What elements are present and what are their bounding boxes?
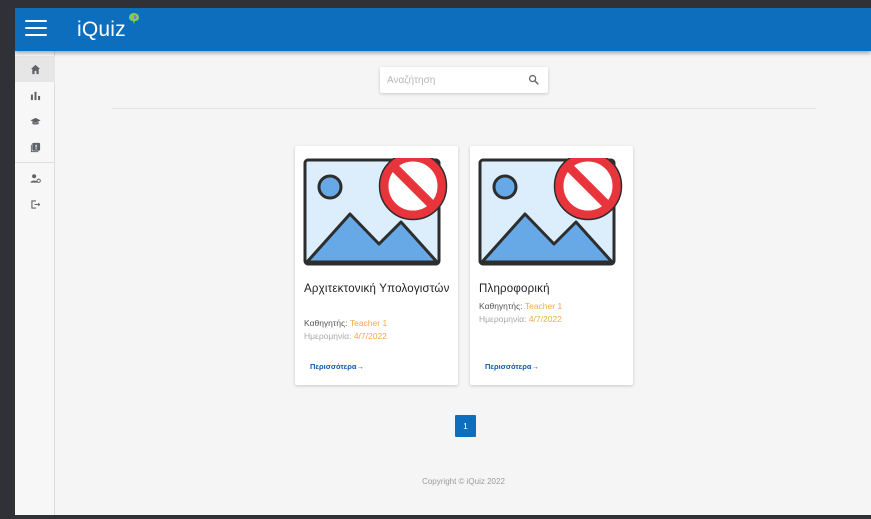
teacher-label: Καθηγητής: <box>304 318 348 328</box>
teacher-value: Teacher 1 <box>524 301 563 311</box>
footer-copyright: Copyright © iQuiz 2022 <box>422 477 505 486</box>
sidebar-item-profile[interactable] <box>15 165 55 191</box>
app-window: iQuiz Αναζήτηση Αρχιτεκτονική Υπολογιστώ… <box>15 8 871 515</box>
course-teacher: Καθηγητής: Teacher 1 <box>304 317 387 329</box>
home-icon <box>30 64 40 74</box>
teacher-value: Teacher 1 <box>349 318 388 328</box>
image-unavailable-icon <box>478 158 623 266</box>
date-label: Ημερομηνία: <box>479 314 527 324</box>
quiz-book-icon <box>30 142 40 152</box>
course-card: Αρχιτεκτονική Υπολογιστών Καθηγητής: Tea… <box>295 146 458 385</box>
date-value: 4/7/2022 <box>528 314 562 324</box>
course-teacher: Καθηγητής: Teacher 1 <box>479 300 562 312</box>
sidebar-item-statistics[interactable] <box>15 82 55 108</box>
user-settings-icon <box>29 173 41 183</box>
course-date: Ημερομηνία: 4/7/2022 <box>479 313 562 325</box>
bar-chart-icon <box>30 91 40 100</box>
app-bar: iQuiz <box>15 8 871 51</box>
date-label: Ημερομηνία: <box>304 331 352 341</box>
sidebar-item-quizzes[interactable] <box>15 134 55 160</box>
course-title: Πληροφορική <box>479 283 550 295</box>
logout-icon <box>30 199 40 209</box>
date-value: 4/7/2022 <box>353 331 387 341</box>
course-card: Πληροφορική Καθηγητής: Teacher 1 Ημερομη… <box>470 146 633 385</box>
main-content: Αρχιτεκτονική Υπολογιστών Καθηγητής: Tea… <box>56 51 871 515</box>
sidebar-item-courses[interactable] <box>15 108 55 134</box>
hamburger-menu-icon[interactable] <box>25 20 47 40</box>
course-date: Ημερομηνία: 4/7/2022 <box>304 330 387 342</box>
sidebar <box>15 51 55 515</box>
sidebar-item-home[interactable] <box>15 56 55 82</box>
search-input[interactable] <box>387 67 517 93</box>
content-divider <box>112 108 816 109</box>
pagination-page-1[interactable]: 1 <box>455 415 476 437</box>
brand-name: iQuiz <box>77 18 126 41</box>
sidebar-divider <box>15 162 54 163</box>
sidebar-item-logout[interactable] <box>15 191 55 217</box>
graduation-cap-icon <box>29 117 41 125</box>
teacher-label: Καθηγητής: <box>479 301 523 311</box>
course-title: Αρχιτεκτονική Υπολογιστών <box>304 283 450 295</box>
search-icon[interactable] <box>528 74 539 85</box>
brand-logo-icon <box>128 13 139 24</box>
brand[interactable]: iQuiz <box>77 13 141 44</box>
more-link[interactable]: Περισσότερα→ <box>485 362 539 371</box>
more-link[interactable]: Περισσότερα→ <box>310 362 364 371</box>
search-bar <box>380 67 548 93</box>
image-unavailable-icon <box>303 158 448 266</box>
